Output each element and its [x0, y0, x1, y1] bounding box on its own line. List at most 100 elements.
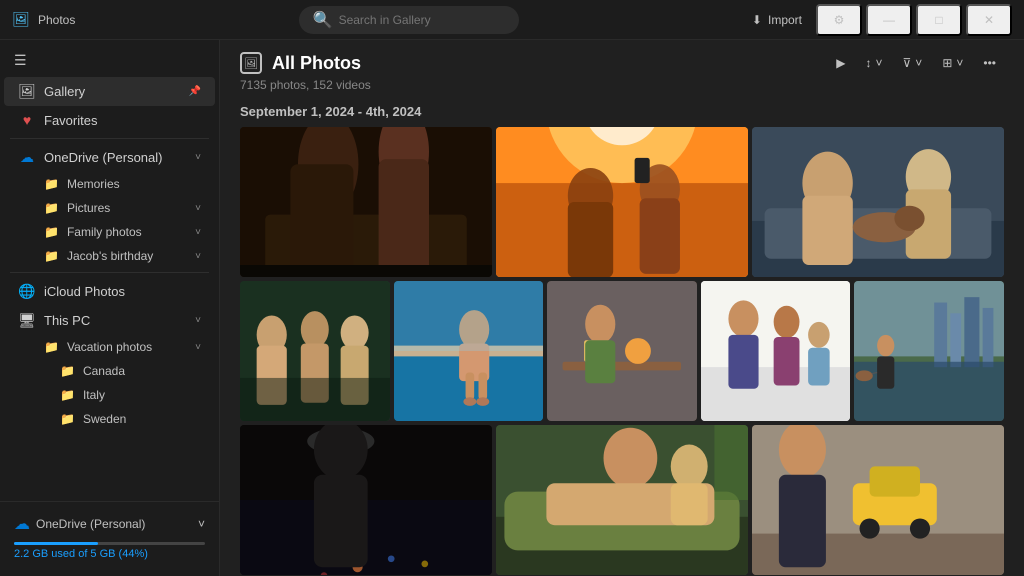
sidebar-item-italy[interactable]: 📁 Italy: [4, 383, 215, 407]
vacation-chevron-icon: ˅: [195, 342, 201, 353]
onedrive-chevron-icon: ˅: [195, 152, 201, 163]
sidebar-item-memories[interactable]: 📁 Memories: [4, 172, 215, 196]
sidebar: ☰ 🖼 Gallery 📌 ♥ Favorites ☁ OneDrive (Pe…: [0, 40, 220, 576]
photo-grid-row-1: ☁: [240, 127, 1004, 277]
maximize-button[interactable]: □: [916, 4, 962, 36]
family-folder-icon: 📁: [44, 225, 59, 239]
vacation-folder-icon: 📁: [44, 340, 59, 354]
photo-cell-3[interactable]: ☁ ▣: [752, 127, 1004, 277]
canada-folder-icon: 📁: [60, 364, 75, 378]
sidebar-item-gallery[interactable]: 🖼 Gallery 📌: [4, 77, 215, 106]
sidebar-item-pictures[interactable]: 📁 Pictures ˅: [4, 196, 215, 220]
settings-button[interactable]: ⚙: [816, 4, 862, 36]
content-header: 🖼 All Photos ▶ ↕ ˅ ⊽ ˅ ⊞ ˅: [220, 40, 1024, 78]
hamburger-menu[interactable]: ☰: [0, 48, 219, 77]
titlebar: 🖼 Photos 🔍 ⬇ Import ⚙ — □ ✕: [0, 0, 1024, 40]
pc-chevron-icon: ˅: [195, 315, 201, 326]
storage-text[interactable]: 2.2 GB used of 5 GB (44%): [14, 548, 205, 560]
sidebar-item-canada[interactable]: 📁 Canada: [4, 359, 215, 383]
photo-cell-11[interactable]: ☁: [752, 425, 1004, 575]
sidebar-pc-label: This PC: [44, 313, 187, 328]
slideshow-icon: ▶: [836, 56, 845, 70]
sidebar-item-jacobs-birthday[interactable]: 📁 Jacob's birthday ˅: [4, 244, 215, 268]
import-label: Import: [768, 13, 802, 27]
pc-icon: 🖥: [18, 312, 36, 329]
family-chevron-icon: ˅: [195, 227, 201, 238]
filter-button[interactable]: ⊽ ˅: [895, 52, 931, 74]
filter-chevron-icon: ˅: [915, 56, 922, 70]
search-icon: 🔍: [313, 10, 333, 30]
page-title: All Photos: [272, 53, 361, 74]
photo-cell-6[interactable]: 📍: [547, 281, 697, 421]
onedrive-cloud-icon: ☁: [18, 149, 36, 166]
sidebar-item-icloud[interactable]: 🌐 iCloud Photos: [4, 277, 215, 306]
onedrive-bottom-chevron-icon: ˅: [198, 517, 205, 531]
sidebar-icloud-label: iCloud Photos: [44, 284, 201, 299]
sidebar-canada-label: Canada: [83, 364, 125, 378]
pictures-chevron-icon: ˅: [195, 203, 201, 214]
photo-count: 7135 photos, 152 videos: [220, 78, 1024, 92]
import-button[interactable]: ⬇ Import: [742, 9, 812, 31]
main-layout: ☰ 🖼 Gallery 📌 ♥ Favorites ☁ OneDrive (Pe…: [0, 40, 1024, 576]
sort-button[interactable]: ↕ ˅: [857, 52, 890, 74]
pictures-folder-icon: 📁: [44, 201, 59, 215]
more-options-button[interactable]: •••: [975, 52, 1004, 74]
memories-folder-icon: 📁: [44, 177, 59, 191]
titlebar-controls: ⬇ Import ⚙ — □ ✕: [742, 4, 1012, 36]
favorites-icon: ♥: [18, 112, 36, 128]
app-logo-icon: 🖼: [12, 11, 30, 29]
storage-bar-fill: [14, 542, 98, 545]
titlebar-left: 🖼 Photos: [12, 11, 75, 29]
sidebar-item-sweden[interactable]: 📁 Sweden: [4, 407, 215, 431]
photo-cell-8[interactable]: 📍: [854, 281, 1004, 421]
sidebar-item-vacation-photos[interactable]: 📁 Vacation photos ˅: [4, 335, 215, 359]
sidebar-favorites-label: Favorites: [44, 113, 201, 128]
storage-bar-background: [14, 542, 205, 545]
app-name: Photos: [38, 13, 75, 27]
sidebar-onedrive-personal[interactable]: ☁ OneDrive (Personal) ˅: [4, 143, 215, 172]
gallery-pin-icon: 📌: [189, 86, 201, 97]
gallery-icon: 🖼: [18, 83, 36, 100]
view-icon: ⊞: [942, 56, 952, 70]
sidebar-divider-1: [10, 138, 209, 139]
all-photos-icon: 🖼: [240, 52, 262, 74]
photo-grid: ☁: [220, 127, 1024, 576]
sidebar-italy-label: Italy: [83, 388, 105, 402]
content-area: 🖼 All Photos ▶ ↕ ˅ ⊽ ˅ ⊞ ˅: [220, 40, 1024, 576]
icloud-icon: 🌐: [18, 283, 36, 300]
sidebar-item-favorites[interactable]: ♥ Favorites: [4, 106, 215, 134]
onedrive-bottom-section[interactable]: ☁ OneDrive (Personal) ˅: [14, 510, 205, 538]
photo-cell-1[interactable]: ☁: [240, 127, 492, 277]
sort-chevron-icon: ˅: [875, 56, 882, 70]
photo-cell-4[interactable]: 📍: [240, 281, 390, 421]
photo-cell-5[interactable]: ☁: [394, 281, 544, 421]
sidebar-memories-label: Memories: [67, 177, 120, 191]
sidebar-gallery-label: Gallery: [44, 84, 181, 99]
content-title-area: 🖼 All Photos: [240, 52, 361, 74]
close-button[interactable]: ✕: [966, 4, 1012, 36]
sidebar-sweden-label: Sweden: [83, 412, 126, 426]
jacobs-chevron-icon: ˅: [195, 251, 201, 262]
italy-folder-icon: 📁: [60, 388, 75, 402]
photo-cell-10[interactable]: 📍: [496, 425, 748, 575]
sidebar-this-pc[interactable]: 🖥 This PC ˅: [4, 306, 215, 335]
onedrive-bottom-cloud-icon: ☁: [14, 514, 30, 534]
sweden-folder-icon: 📁: [60, 412, 75, 426]
sidebar-item-family-photos[interactable]: 📁 Family photos ˅: [4, 220, 215, 244]
sidebar-divider-2: [10, 272, 209, 273]
filter-icon: ⊽: [903, 56, 912, 70]
view-chevron-icon: ˅: [956, 56, 963, 70]
search-input[interactable]: [339, 13, 499, 27]
photo-cell-7[interactable]: [701, 281, 851, 421]
sidebar-pictures-label: Pictures: [67, 201, 187, 215]
sidebar-bottom: ☁ OneDrive (Personal) ˅ 2.2 GB used of 5…: [0, 501, 219, 568]
import-icon: ⬇: [752, 13, 762, 27]
toolbar-right: ▶ ↕ ˅ ⊽ ˅ ⊞ ˅ •••: [828, 52, 1004, 74]
search-bar[interactable]: 🔍: [299, 6, 519, 34]
slideshow-button[interactable]: ▶: [828, 52, 853, 74]
view-button[interactable]: ⊞ ˅: [934, 52, 971, 74]
minimize-button[interactable]: —: [866, 4, 912, 36]
photo-cell-2[interactable]: [496, 127, 748, 277]
photo-grid-row-2: 📍 ☁: [240, 281, 1004, 421]
photo-cell-9[interactable]: ☁: [240, 425, 492, 575]
